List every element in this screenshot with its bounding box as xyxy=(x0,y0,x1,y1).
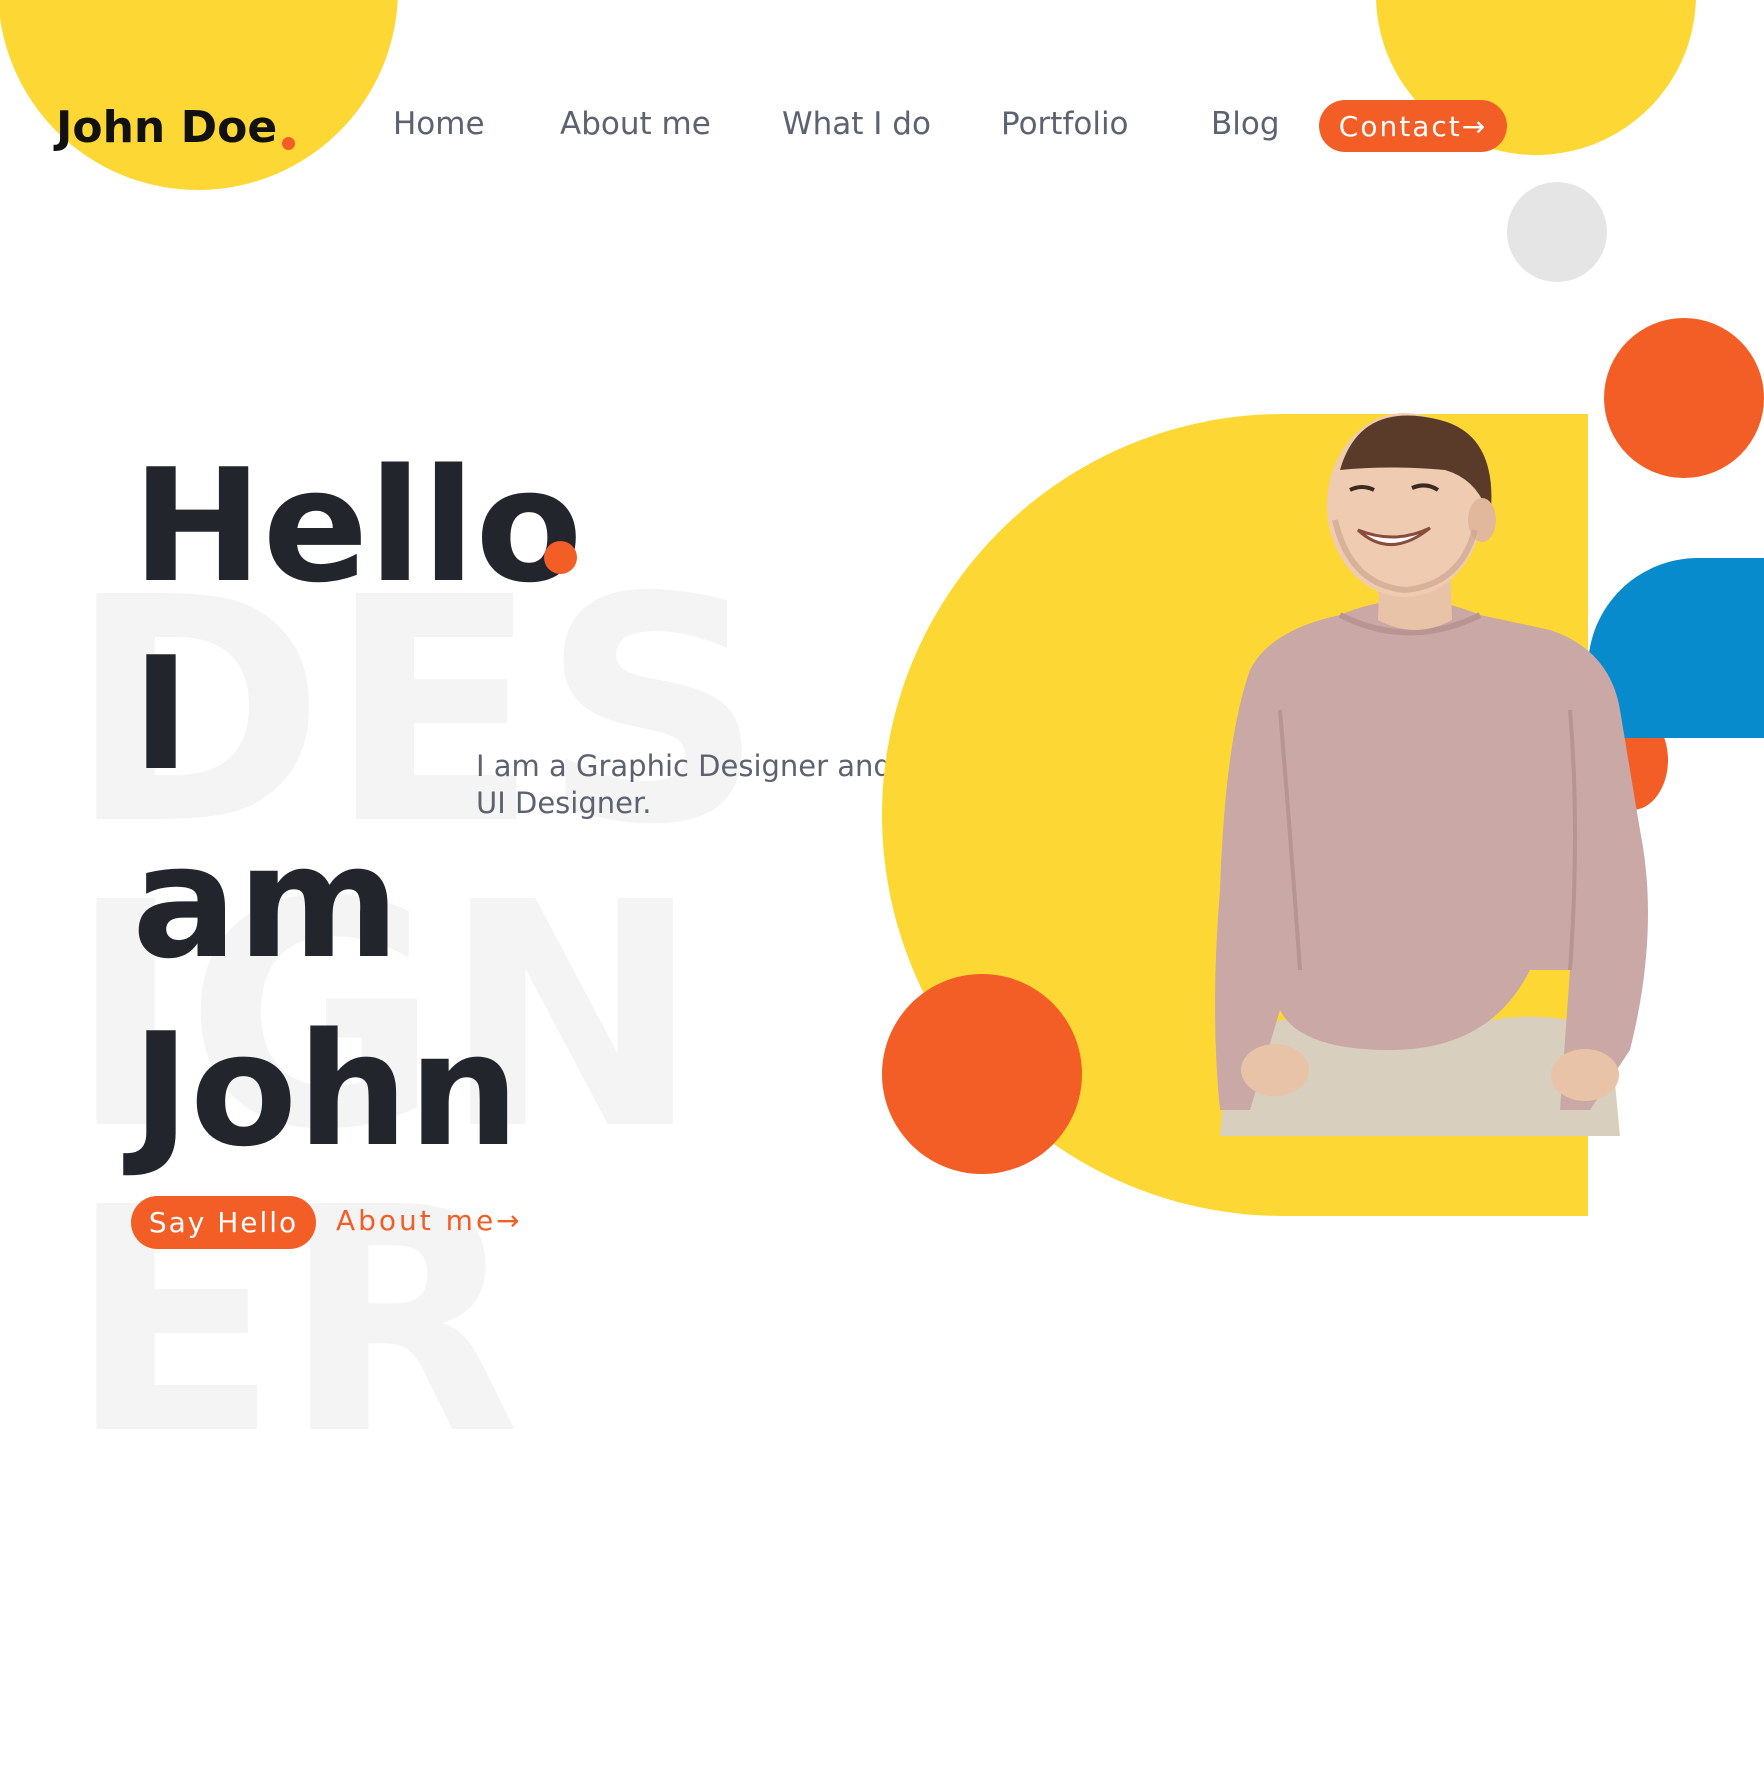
logo-dot xyxy=(282,137,295,150)
hero-line-i: I xyxy=(132,623,191,805)
nav-portfolio[interactable]: Portfolio xyxy=(1001,106,1129,142)
hero-tagline: I am a Graphic Designer and UI Designer. xyxy=(476,749,892,820)
hero-dot xyxy=(544,541,577,574)
contact-button[interactable]: Contact→ xyxy=(1319,100,1507,152)
nav-home[interactable]: Home xyxy=(393,106,485,142)
decor-orange-circle-panel xyxy=(882,974,1082,1174)
hero-line-john: John xyxy=(132,999,520,1181)
hero-line-hello: Hello xyxy=(132,435,583,617)
person-portrait-icon xyxy=(1215,413,1648,1136)
site-logo[interactable]: John Doe xyxy=(56,102,277,153)
hero-line-am: am xyxy=(132,811,400,993)
page: John Doe Home About me What I do Portfol… xyxy=(0,0,1764,1788)
decor-yellow-circle-top-left xyxy=(0,0,398,190)
nav-about-me[interactable]: About me xyxy=(560,106,711,142)
nav-blog[interactable]: Blog xyxy=(1211,106,1280,142)
nav-what-i-do[interactable]: What I do xyxy=(782,106,931,142)
say-hello-button[interactable]: Say Hello xyxy=(131,1196,316,1249)
about-me-link[interactable]: About me→ xyxy=(336,1204,523,1237)
decor-grey-circle xyxy=(1507,182,1607,282)
